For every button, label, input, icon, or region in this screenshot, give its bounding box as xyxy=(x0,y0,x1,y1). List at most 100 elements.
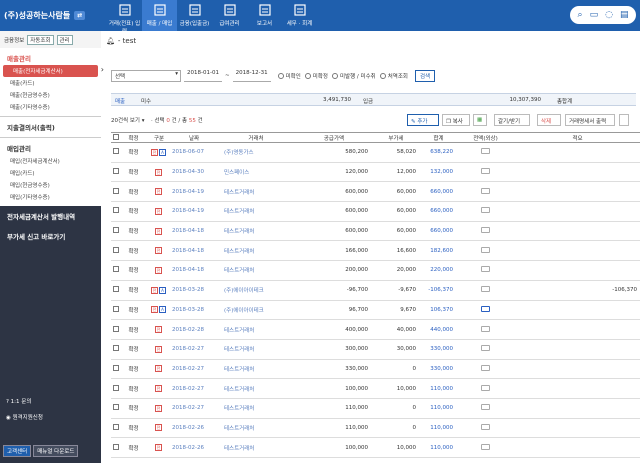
row-checkbox[interactable] xyxy=(111,418,121,439)
row-checkbox[interactable] xyxy=(111,162,121,183)
row-date[interactable]: 2018-02-26 xyxy=(172,437,216,458)
row-vendor[interactable]: 테스트거래처 xyxy=(216,201,296,222)
row-vendor[interactable]: 테스트거래처 xyxy=(216,221,296,242)
row-attachment[interactable] xyxy=(457,280,514,301)
search-icon[interactable]: ⌕ xyxy=(578,10,583,20)
table-row[interactable]: 확정전2018-02-26테스트거래처100,00010,000110,000▢… xyxy=(111,437,640,458)
row-date[interactable]: 2018-04-18 xyxy=(172,221,216,242)
search-button[interactable]: 검색 xyxy=(414,69,436,82)
nav-item-3[interactable]: 급여관리 xyxy=(212,0,247,31)
table-row[interactable]: 확정전2018-04-18테스트거래처166,00016,600182,600▢… xyxy=(111,240,640,262)
row-checkbox[interactable] xyxy=(111,240,121,262)
row-attachment[interactable] xyxy=(457,378,514,399)
row-date[interactable]: 2018-04-30 xyxy=(172,162,216,183)
row-date[interactable]: 2018-02-27 xyxy=(172,339,216,360)
date-to-input[interactable]: 2018-12-31 xyxy=(232,70,271,82)
row-attachment[interactable] xyxy=(457,181,514,203)
customer-center-button[interactable]: 고객센터 xyxy=(3,445,32,457)
send-receive-button[interactable]: 갈기/받기 xyxy=(494,114,530,126)
row-attachment[interactable] xyxy=(457,221,514,242)
remote-support-link[interactable]: ◉ 원격지원신청 xyxy=(0,409,101,425)
row-vendor[interactable]: 테스트거래처 xyxy=(216,181,296,203)
table-row[interactable]: 확정 전 A 2018-03-28 (주)에이아이테크 -96,700 -9,670 -106… xyxy=(111,280,640,301)
auto-query-button[interactable]: 자동조회 xyxy=(27,34,54,45)
excel-button[interactable]: ▦ xyxy=(473,114,487,126)
nav-item-1[interactable]: 매출 / 매입 xyxy=(142,0,177,31)
filter-radio-0[interactable]: 미확인 xyxy=(277,72,301,80)
row-attachment[interactable] xyxy=(457,201,514,222)
summary-sales-label[interactable]: 매출 xyxy=(115,97,125,105)
row-vendor[interactable]: 테스트거래처 xyxy=(216,359,296,380)
row-date[interactable]: 2018-04-19 xyxy=(172,181,216,203)
filter-select[interactable]: 선택 xyxy=(111,69,181,82)
row-vendor[interactable]: (주)영동가스 xyxy=(216,142,296,163)
row-checkbox[interactable] xyxy=(111,378,121,399)
sidebar-sales-item-0[interactable]: 매출(전자세금계산서) xyxy=(3,65,104,77)
sidebar-expense-report[interactable]: 지출결의서(출력) xyxy=(0,120,101,134)
help-link[interactable]: ? 1:1 문의 xyxy=(0,393,101,409)
row-attachment[interactable] xyxy=(457,418,514,439)
row-checkbox[interactable] xyxy=(111,142,121,163)
row-checkbox[interactable] xyxy=(111,437,121,458)
company-switcher[interactable]: (주)성공하는사람들 ⇄ xyxy=(4,7,100,24)
table-row[interactable]: 확정전2018-04-19테스트거래처600,00060,000660,000▢… xyxy=(111,201,640,222)
row-attachment[interactable] xyxy=(457,162,514,183)
summary-unpaid-label[interactable]: 미수 xyxy=(141,97,151,105)
table-row[interactable]: 확정전2018-04-30민스페이스120,00012,000132,000▢임… xyxy=(111,162,640,183)
row-vendor[interactable]: 테스트거래처 xyxy=(216,260,296,281)
nav-item-4[interactable]: 보고서 xyxy=(247,0,282,31)
row-vendor[interactable]: (주)에이아이테크 xyxy=(216,280,296,301)
row-checkbox[interactable] xyxy=(111,280,121,301)
row-checkbox[interactable] xyxy=(111,359,121,380)
sidebar-purchase-item-1[interactable]: 매입(카드) xyxy=(0,167,101,179)
sidebar-e-invoice-history[interactable]: 전자세금계산서 발행내역 xyxy=(0,206,101,226)
row-vendor[interactable]: 테스트거래처 xyxy=(216,437,296,458)
print-statement-button[interactable]: 거래명세서 출력 xyxy=(565,114,615,126)
filter-radio-3[interactable]: 처역조회 xyxy=(379,72,408,80)
table-row[interactable]: 확정전2018-02-27테스트거래처300,00030,000330,000▢… xyxy=(111,339,640,360)
delete-button[interactable]: 삭제 xyxy=(537,114,561,126)
row-date[interactable]: 2018-02-27 xyxy=(172,378,216,399)
row-date[interactable]: 2018-03-28 xyxy=(172,300,216,321)
row-vendor[interactable]: 테스트거래처 xyxy=(216,378,296,399)
row-attachment[interactable] xyxy=(457,240,514,262)
manual-download-button[interactable]: 매뉴얼 다운로드 xyxy=(33,445,79,457)
table-row[interactable]: 확정전2018-04-18테스트거래처600,00060,000660,000▢… xyxy=(111,221,640,242)
row-attachment[interactable] xyxy=(457,359,514,380)
row-checkbox[interactable] xyxy=(111,300,121,321)
nav-item-0[interactable]: 거래(전표) 입력 xyxy=(107,0,142,35)
chat-icon[interactable]: ▭ xyxy=(590,10,599,20)
table-row[interactable]: 확정전2018-02-26테스트거래처110,0000110,000▢광고대행 … xyxy=(111,418,640,439)
row-checkbox[interactable] xyxy=(111,201,121,222)
row-checkbox[interactable] xyxy=(111,221,121,242)
row-date[interactable]: 2018-06-07 xyxy=(172,142,216,163)
row-checkbox[interactable] xyxy=(111,339,121,360)
row-vendor[interactable]: 테스트거래처 xyxy=(216,339,296,360)
row-date[interactable]: 2018-04-19 xyxy=(172,201,216,222)
row-date[interactable]: 2018-02-27 xyxy=(172,359,216,380)
add-button[interactable]: ✎ 추가 xyxy=(407,114,439,126)
row-vendor[interactable]: (주)에이아이테크 xyxy=(216,300,296,321)
table-row[interactable]: 확정 전 A 2018-06-07 (주)영동가스 580,200 58,020 638,22… xyxy=(111,142,640,163)
copy-button[interactable]: ❐ 복사 xyxy=(442,114,470,126)
more-button[interactable] xyxy=(619,114,629,126)
select-all-checkbox[interactable] xyxy=(111,132,121,143)
sidebar-sales-item-2[interactable]: 매출(현금영수증) xyxy=(0,89,101,101)
sidebar-purchase-item-3[interactable]: 매입(기타영수증) xyxy=(0,191,101,203)
sidebar-sales-item-1[interactable]: 매출(카드) xyxy=(0,77,101,89)
table-row[interactable]: 확정전2018-02-27테스트거래처330,0000330,000▢광고대행 … xyxy=(111,359,640,380)
row-date[interactable]: 2018-04-18 xyxy=(172,240,216,262)
sidebar-vat-report-link[interactable]: 부가세 신고 바로가기 xyxy=(0,226,101,246)
filter-radio-2[interactable]: 미발행 / 미수취 xyxy=(331,72,376,80)
column-header-1[interactable]: 구분 xyxy=(146,132,172,143)
row-attachment[interactable] xyxy=(457,437,514,458)
table-row[interactable]: 확정전2018-04-19테스트거래처600,00060,000660,000▢… xyxy=(111,181,640,203)
row-checkbox[interactable] xyxy=(111,319,121,340)
row-attachment[interactable] xyxy=(457,300,514,321)
date-from-input[interactable]: 2018-01-01 xyxy=(184,70,222,82)
row-vendor[interactable]: 민스페이스 xyxy=(216,162,296,183)
table-row[interactable]: 확정전2018-02-28테스트거래처400,00040,000440,000▢… xyxy=(111,319,640,340)
column-header-2[interactable]: 날짜 xyxy=(172,132,216,143)
row-vendor[interactable]: 테스트거래처 xyxy=(216,240,296,262)
switch-icon[interactable]: ⇄ xyxy=(74,11,86,20)
